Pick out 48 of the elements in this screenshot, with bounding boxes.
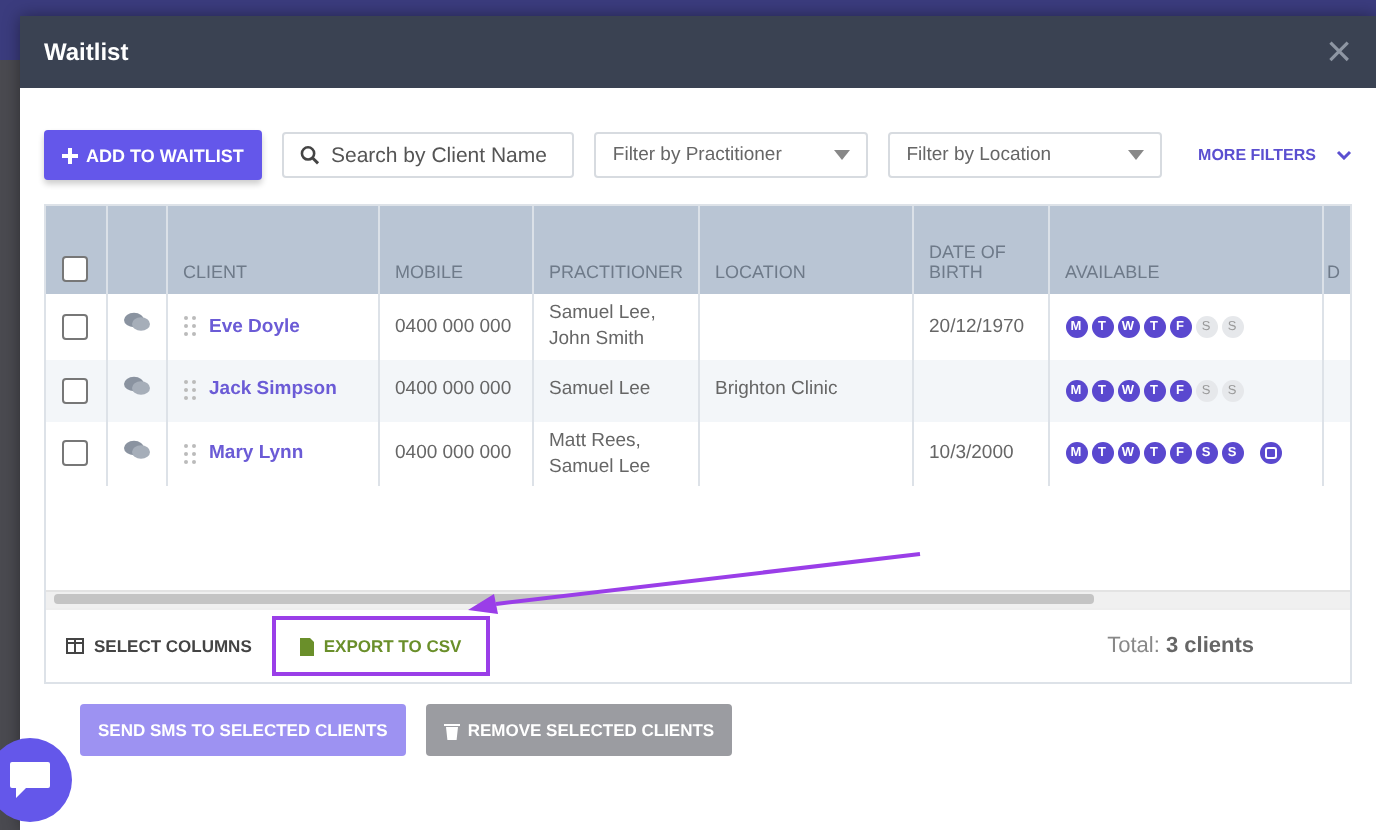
send-sms-button[interactable]: SEND SMS TO SELECTED CLIENTS <box>80 704 406 756</box>
chat-icon[interactable] <box>123 312 149 333</box>
column-header: DATE OF BIRTH <box>912 206 1048 294</box>
caret-icon <box>1128 150 1145 160</box>
search-icon <box>299 144 319 166</box>
table-cell: 0400 000 000 <box>378 359 532 422</box>
filter-dropdown[interactable]: Filter by Location <box>888 132 1163 178</box>
column-header: MOBILE <box>378 206 532 294</box>
remove-clients-button[interactable]: REMOVE SELECTED CLIENTS <box>425 704 733 756</box>
close-button[interactable]: × <box>1326 30 1352 74</box>
checkbox[interactable] <box>62 313 88 340</box>
column-header: PRACTITIONER <box>532 206 698 294</box>
chat-icon[interactable] <box>123 375 149 396</box>
drag-handle-icon[interactable] <box>183 316 195 337</box>
chat-icon[interactable] <box>123 439 149 460</box>
checkbox[interactable] <box>62 256 88 282</box>
client-link[interactable]: Eve Doyle <box>209 313 300 340</box>
filter-dropdown[interactable]: Filter by Practitioner <box>594 132 869 178</box>
total-count: Total: 3 clients <box>1107 634 1256 658</box>
chevron-icon <box>1336 150 1352 160</box>
checkbox[interactable] <box>62 440 88 467</box>
column-header: CLIENT <box>166 206 378 294</box>
note-icon[interactable] <box>1259 442 1281 465</box>
speech-bubble-icon <box>8 760 52 800</box>
add-to-waitlist-button[interactable]: ADD TO WAITLIST <box>44 130 262 180</box>
window-title: Waitlist <box>44 38 129 66</box>
columns-icon <box>66 638 84 654</box>
column-header: LOCATION <box>698 206 912 294</box>
table-cell: 0400 000 000 <box>378 421 532 487</box>
column-header: D <box>1322 206 1350 294</box>
checkbox[interactable] <box>62 377 88 404</box>
table-cell: Brighton Clinic <box>698 359 912 422</box>
drag-handle-icon[interactable] <box>183 443 195 464</box>
table-cell: 10/3/2000 <box>912 421 1048 487</box>
more-filters-link[interactable]: MORE FILTERS <box>1198 146 1352 164</box>
export-csv-button[interactable]: EXPORT TO CSV <box>299 636 462 656</box>
plus-icon <box>62 147 78 163</box>
scrollbar-thumb[interactable] <box>54 594 1094 604</box>
select-columns-button[interactable]: SELECT COLUMNS <box>66 636 252 656</box>
file-icon <box>299 637 314 655</box>
table-cell: Samuel Lee <box>532 359 698 422</box>
drag-handle-icon[interactable] <box>183 380 195 401</box>
client-link[interactable]: Mary Lynn <box>209 440 304 468</box>
trash-icon <box>443 721 460 739</box>
caret-icon <box>834 150 851 160</box>
column-header: AVAILABLE <box>1048 206 1322 294</box>
table-cell: Matt Rees, Samuel Lee <box>532 421 698 487</box>
search-field[interactable]: Search by Client Name <box>281 132 575 178</box>
